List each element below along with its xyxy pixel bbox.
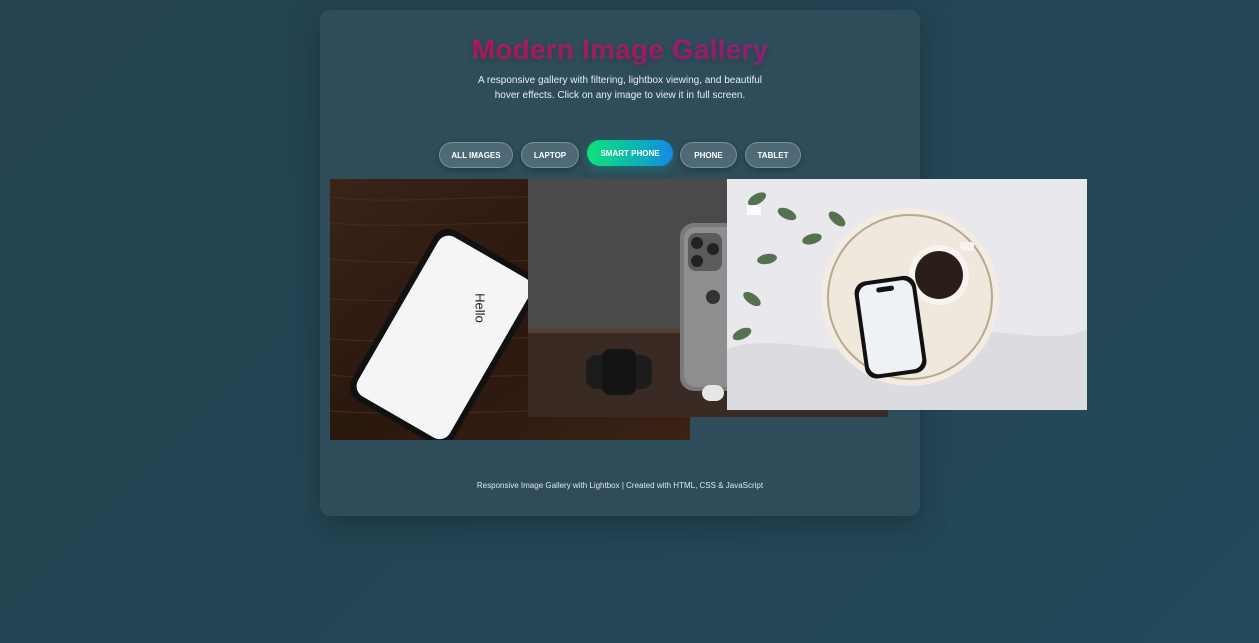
filter-all-images-button[interactable]: ALL IMAGES	[439, 142, 513, 168]
gallery-card: Modern Image Gallery A responsive galler…	[320, 10, 1087, 516]
filter-bar: ALL IMAGES LAPTOP SMART PHONE PHONE TABL…	[320, 130, 920, 170]
filter-laptop-button[interactable]: LAPTOP	[521, 142, 579, 168]
page-viewport: Modern Image Gallery A responsive galler…	[0, 0, 1259, 643]
phone-coffee-image[interactable]	[727, 179, 1087, 410]
phone-coffee-image-graphic	[727, 179, 1087, 410]
filter-tablet-button[interactable]: TABLET	[745, 142, 801, 168]
filter-phone-button[interactable]: PHONE	[680, 142, 737, 168]
page-title: Modern Image Gallery	[320, 34, 920, 66]
image-grid: Hello	[330, 179, 1090, 449]
page-subtitle: A responsive gallery with filtering, lig…	[477, 75, 763, 101]
footer-text: Responsive Image Gallery with Lightbox |…	[476, 481, 764, 490]
phone-screen-text: Hello	[472, 293, 487, 323]
filter-smart-phone-button[interactable]: SMART PHONE	[587, 140, 673, 166]
